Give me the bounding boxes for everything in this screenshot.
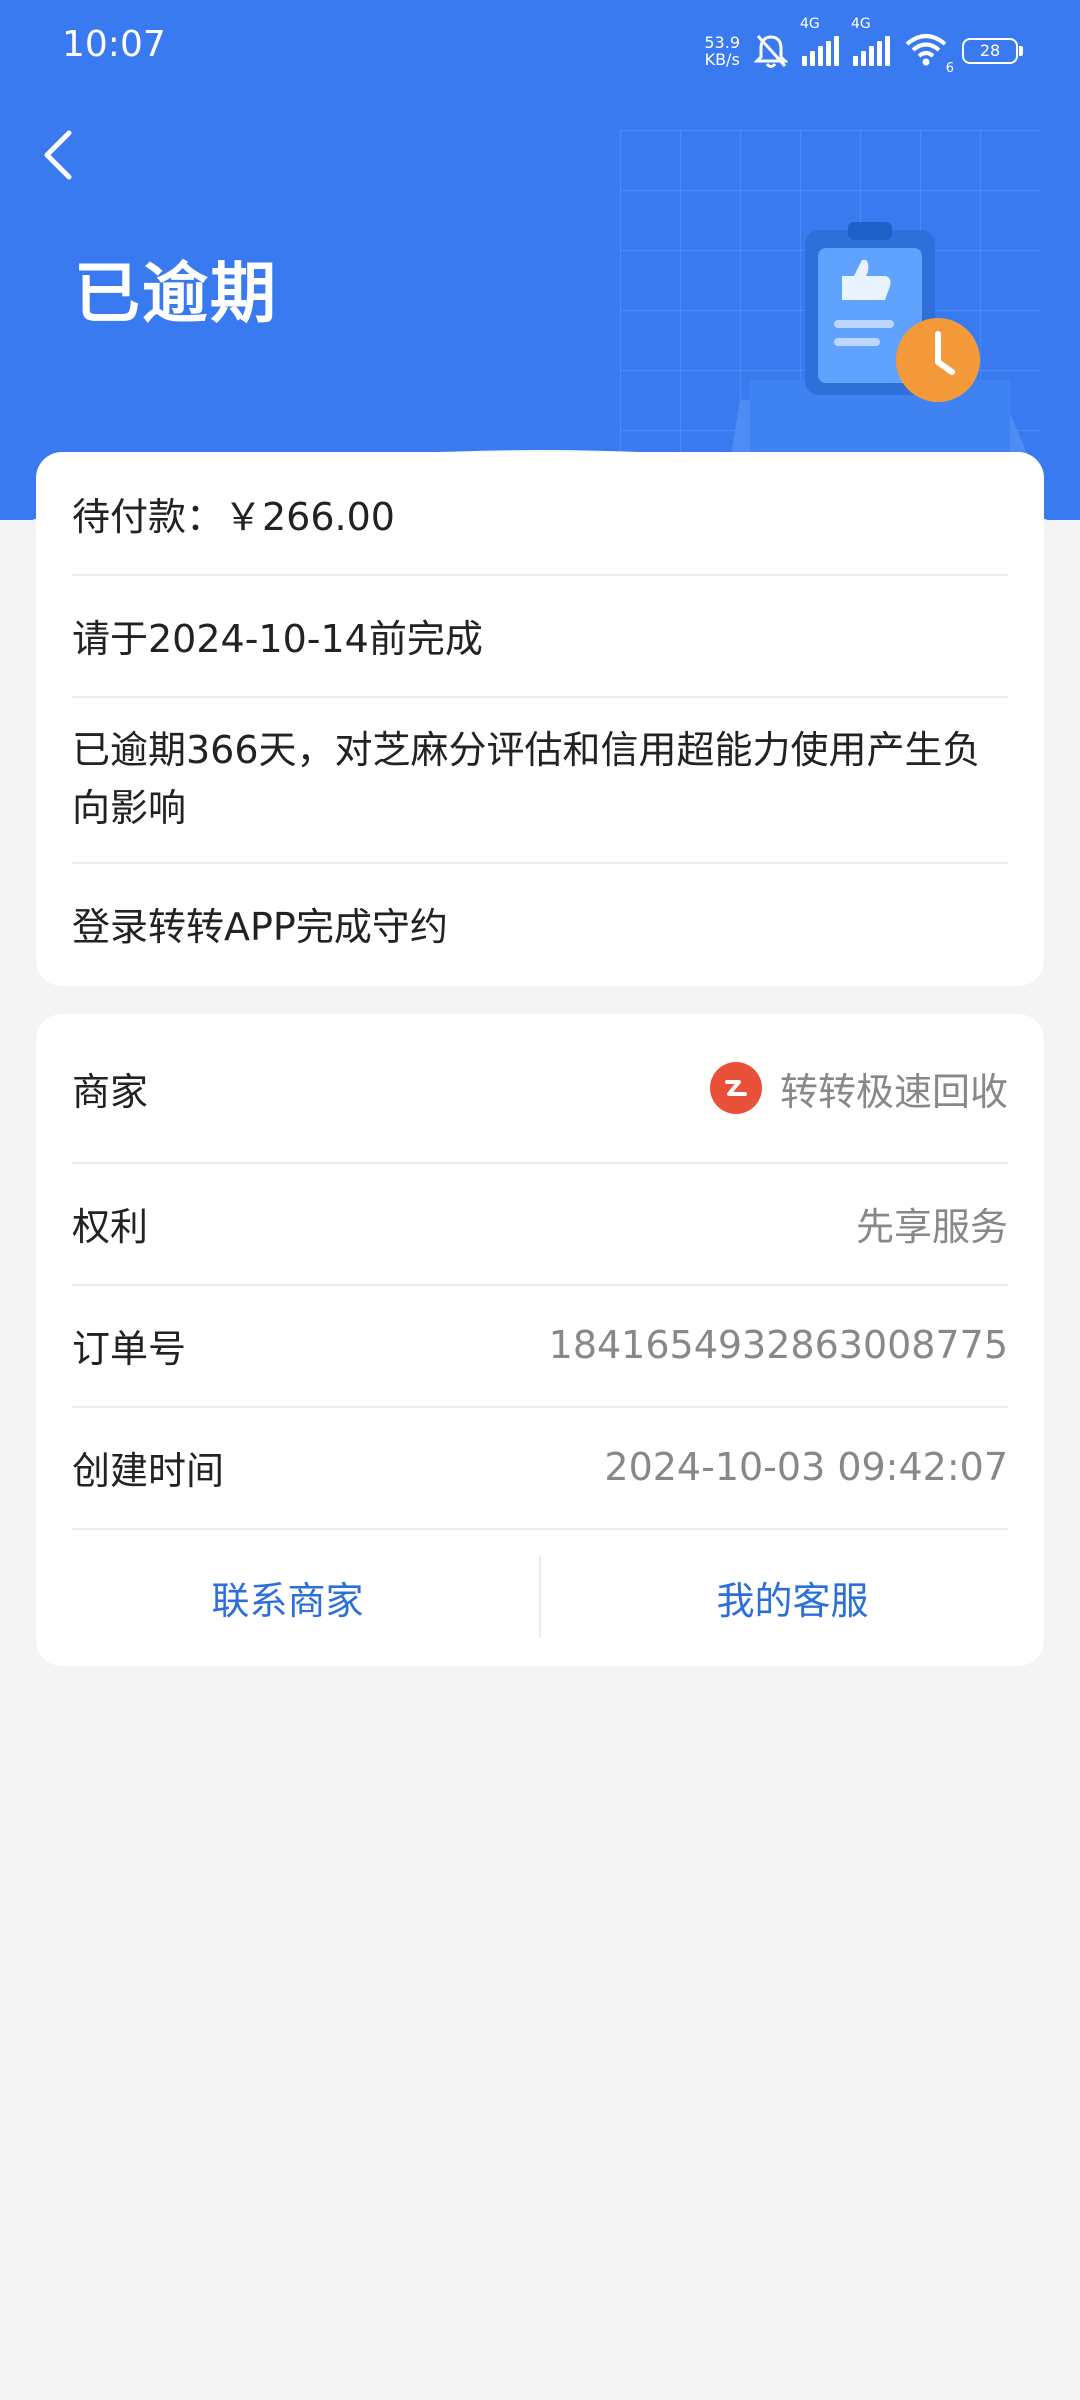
merchant-label: 商家 [72,1069,149,1114]
my-service-button[interactable]: 我的客服 [541,1570,1044,1625]
signal-icon: 4G [851,16,890,66]
deadline-row: 请于2024-10-14前完成 [72,574,1008,698]
signal-label-1: 4G [800,16,820,32]
chevron-left-icon [44,130,72,180]
status-bar: 10:07 53.9 KB/s 4G 4G 6 28 [0,0,1080,100]
rights-value: 先享服务 [855,1204,1008,1249]
order-number-label: 订单号 [72,1326,187,1371]
clipboard-clock-icon [730,222,1030,460]
battery-icon: 28 [962,38,1023,64]
rights-row: 权利 先享服务 [72,1162,1008,1286]
status-time: 10:07 [62,24,166,65]
signal-label-2: 4G [851,16,871,32]
battery-level: 28 [979,41,1001,60]
action-hint-text: 登录转转APP完成守约 [72,904,448,949]
overdue-row: 已逾期366天，对芝麻分评估和信用超能力使用产生负向影响 [72,696,1008,864]
rights-label: 权利 [72,1204,149,1249]
back-button[interactable] [28,120,88,190]
page-title: 已逾期 [74,255,278,332]
status-icons: 53.9 KB/s 4G 4G 6 28 [704,16,1023,76]
header-banner: 10:07 53.9 KB/s 4G 4G 6 28 已逾期 [0,0,1080,520]
merchant-value-group: 转转极速回收 [709,1061,1008,1116]
created-time-value: 2024-10-03 09:42:07 [604,1445,1008,1489]
contact-merchant-button[interactable]: 联系商家 [36,1570,539,1625]
merchant-name: 转转极速回收 [779,1069,1008,1114]
mute-bell-icon [754,34,788,68]
merchant-row[interactable]: 商家 转转极速回收 [72,1014,1008,1164]
amount-text: 待付款：￥266.00 [72,494,395,539]
signal-icon: 4G [800,16,839,66]
deadline-text: 请于2024-10-14前完成 [72,616,483,661]
net-speed-value: 53.9 [704,33,740,52]
created-time-label: 创建时间 [72,1448,225,1493]
overdue-text: 已逾期366天，对芝麻分评估和信用超能力使用产生负向影响 [72,728,981,830]
summary-card: 待付款：￥266.00 请于2024-10-14前完成 已逾期366天，对芝麻分… [36,452,1044,986]
wifi-sub-label: 6 [945,61,954,76]
amount-row: 待付款：￥266.00 [72,452,1008,576]
created-time-row: 创建时间 2024-10-03 09:42:07 [72,1406,1008,1530]
net-speed-unit: KB/s [704,50,740,69]
net-speed: 53.9 KB/s [704,34,740,68]
order-detail-card: 商家 转转极速回收 权利 先享服务 订单号 184165493286300877… [36,1014,1044,1666]
order-number-row: 订单号 1841654932863008775 [72,1284,1008,1408]
wifi-icon: 6 [904,32,954,76]
action-hint-row: 登录转转APP完成守约 [72,862,1008,984]
merchant-logo-icon [709,1062,762,1114]
order-number-value: 1841654932863008775 [548,1323,1008,1367]
action-bar: 联系商家 我的客服 [36,1528,1044,1666]
